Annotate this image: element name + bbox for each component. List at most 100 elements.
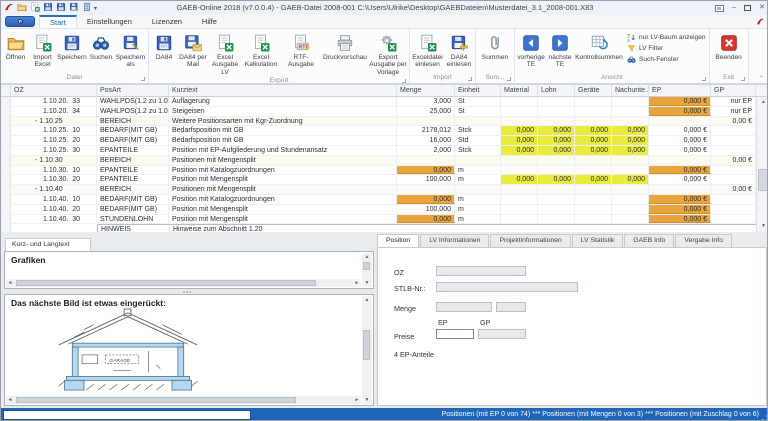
ribbon-button-suchen[interactable]: Suchen [88,30,114,61]
menge-field[interactable] [436,302,492,312]
grid-row[interactable]: - 1.10.30 BEREICH Positionen mit Mengenspl… [1,155,767,166]
ribbon-button-n-chste-te[interactable]: nächste TE [546,30,574,69]
einheit-field[interactable] [496,302,526,312]
column-header-material[interactable]: Material [501,85,538,96]
menu-tab-start[interactable]: Start [39,15,77,28]
status-search-box[interactable] [3,410,251,420]
column-header-einheit[interactable]: Einheit [455,85,501,96]
app-menu-button[interactable] [5,16,35,27]
ribbon-button-speichern-als[interactable]: Speichern als [114,30,147,69]
ribbon-button-export-ausgabe-per-vorlage[interactable]: Export Ausgabe per Vorlage [368,30,408,76]
column-header-gerte[interactable]: Geräte [575,85,612,96]
column-header-oz[interactable]: OZ [11,85,97,96]
dialog-launcher-icon[interactable] [468,77,472,81]
detail-tab-lv-statistik[interactable]: LV Statistik [571,234,624,247]
menu-tab-lizenzen[interactable]: Lizenzen [142,15,192,28]
scroll-down-icon[interactable]: ▼ [362,396,372,404]
column-header-gp[interactable]: GP [711,85,756,96]
dialog-launcher-icon[interactable] [141,77,145,81]
ribbon-button-excel-kalkulation[interactable]: Excel Kalkulation [242,30,280,69]
grid-row[interactable]: 1.10.25. 30 EPANTEILE Position mit EP-Aufg… [1,145,767,156]
scroll-left-icon[interactable]: ◄ [6,280,14,286]
ribbon-button-druckvorschau[interactable]: Druckvorschau [322,30,368,61]
grid-row[interactable]: - 1.10.40 BEREICH Positionen mit Mengenspl… [1,185,767,195]
grid-row[interactable]: HINWEIS Hinweise zum Abschnitt 1.20 [1,224,767,232]
maximize-button[interactable] [744,5,752,11]
ribbon-button-speichern[interactable]: Speichern [56,30,88,61]
column-header-posart[interactable]: PosArt [97,85,169,96]
ribbon-button-da84-per-mail[interactable]: DA84 per Mail [178,30,208,69]
ribbon-button-excel-ausgabe-lv[interactable]: Excel Ausgabe LV [208,30,242,76]
detail-tab-lv-informationen[interactable]: LV Informationen [420,234,490,247]
ribbon-button-exceldatei-einlesen[interactable]: Exceldatei einlesen [411,30,444,69]
menu-tab-hilfe[interactable]: Hilfe [192,15,227,28]
stlb-field[interactable] [436,282,578,292]
minimize-button[interactable]: – [732,3,736,13]
langtext-bottom-hscroll[interactable]: ◄ ► [6,396,361,404]
detail-tab-projektinformationen[interactable]: Projektinformationen [490,234,571,247]
scroll-thumb[interactable] [16,397,296,403]
scroll-thumb[interactable] [16,280,316,286]
ribbon-button-summen[interactable]: Summen [477,30,513,61]
ribbon-button--ffnen[interactable]: Öffnen [2,30,29,61]
grid-row[interactable]: 1.10.40. 20 BEDARF(MIT GB) Position mit Me… [1,204,767,215]
column-header-kurztext[interactable]: Kurztext [169,85,397,96]
ep-price-field[interactable] [436,329,474,339]
ribbon-style-icon[interactable] [715,4,725,12]
scroll-thumb[interactable] [363,262,370,270]
grid-row[interactable]: 1.10.25. 20 BEDARF(MIT GB) Bedarfsposition… [1,136,767,146]
scroll-up-icon[interactable]: ▲ [362,296,372,304]
close-button[interactable]: ✕ [759,3,765,13]
grid-row[interactable]: - 1.10.25 BEREICH Weitere Positionsarten m… [1,116,767,127]
scroll-left-icon[interactable]: ◄ [6,397,14,403]
grid-row[interactable]: 1.10.25. 10 BEDARF(MIT GB) Bedarfsposition… [1,126,767,137]
ribbon-small-button-such-fenster[interactable]: Such-Fenster [627,55,706,64]
scroll-right-icon[interactable]: ► [353,397,361,403]
ribbon-button-da84[interactable]: DA84 [150,30,178,61]
scroll-right-icon[interactable]: ► [353,280,361,286]
column-header-nachunte[interactable]: Nachunte... [612,85,649,96]
scroll-up-icon[interactable]: ▲ [757,97,767,108]
ribbon-button-import-excel[interactable]: Import Excel [29,30,56,69]
resize-grip[interactable] [762,415,767,420]
detail-tab-gaeb-info[interactable]: GAEB Info [624,234,675,247]
scroll-up-icon[interactable]: ▲ [362,253,372,261]
column-header-lohn[interactable]: Lohn [538,85,575,96]
dialog-launcher-icon[interactable] [507,77,511,81]
ribbon-button-kontrollsummen[interactable]: Kontrollsummen [574,30,624,61]
oz-field[interactable] [436,266,526,276]
dialog-launcher-icon[interactable] [701,77,706,81]
gp-price-field[interactable] [478,329,526,339]
langtext-top-vscroll[interactable]: ▲ ▼ [362,253,372,287]
panel-splitter[interactable] [7,290,367,293]
ribbon-small-button-lv-filter[interactable]: LV Filter [627,44,706,53]
ribbon-button-rtf-ausgabe[interactable]: RTF RTF-Ausgabe [280,30,322,69]
scroll-thumb[interactable] [363,330,370,360]
qat-dropdown-icon[interactable]: ▾ [94,5,97,12]
tab-kurz-und-langtext[interactable]: Kurz- und Langtext [5,238,91,251]
grid-row[interactable]: 1.10.20. 33 WAHLPOS(1.2 zu 1.0) Auflagerun… [1,97,767,107]
column-header-menge[interactable]: Menge [397,85,455,96]
dialog-launcher-icon[interactable] [740,77,745,81]
ribbon-button-beenden[interactable]: Beenden [711,30,747,61]
menu-tab-einstellungen[interactable]: Einstellungen [77,15,142,28]
grid-row[interactable]: 1.10.30. 20 EPANTEILE Position mit Mengens… [1,175,767,186]
grid-vertical-scrollbar[interactable]: ▲ ▼ [756,97,767,232]
grid-scroll-thumb[interactable] [758,169,767,191]
grid-row[interactable]: 1.10.30. 10 EPANTEILE Position mit Katalog… [1,165,767,176]
scroll-down-icon[interactable]: ▼ [757,221,767,232]
detail-tab-position[interactable]: Position [377,234,420,247]
ribbon-button-da84-einlesen[interactable]: DA84 einlesen [444,30,474,69]
detail-tab-vergabe-info[interactable]: Vergabe Info [675,234,732,247]
collapse-ribbon-icon[interactable]: ⌃ [759,75,764,82]
langtext-top-hscroll[interactable]: ◄ ► [6,279,361,287]
grid-row[interactable]: 1.10.20. 34 WAHLPOS(1.2 zu 1.0) Steigeisen… [1,106,767,117]
scroll-down-icon[interactable]: ▼ [362,279,372,287]
ribbon-button-vorherige-te[interactable]: vorherige TE [516,30,546,69]
langtext-bottom-vscroll[interactable]: ▲ ▼ [362,296,372,404]
grid-row[interactable]: 1.10.40. 30 STUNDENLOHN Position mit Menge… [1,214,767,225]
dialog-launcher-icon[interactable] [402,79,406,84]
column-header-ep[interactable]: EP [649,85,711,96]
grid-row[interactable]: 1.10.40. 10 BEDARF(MIT GB) Position mit Ka… [1,194,767,205]
ribbon-small-button-nur-lv-baum-anzeigen[interactable]: Tz nur LV-Baum anzeigen [627,33,705,42]
